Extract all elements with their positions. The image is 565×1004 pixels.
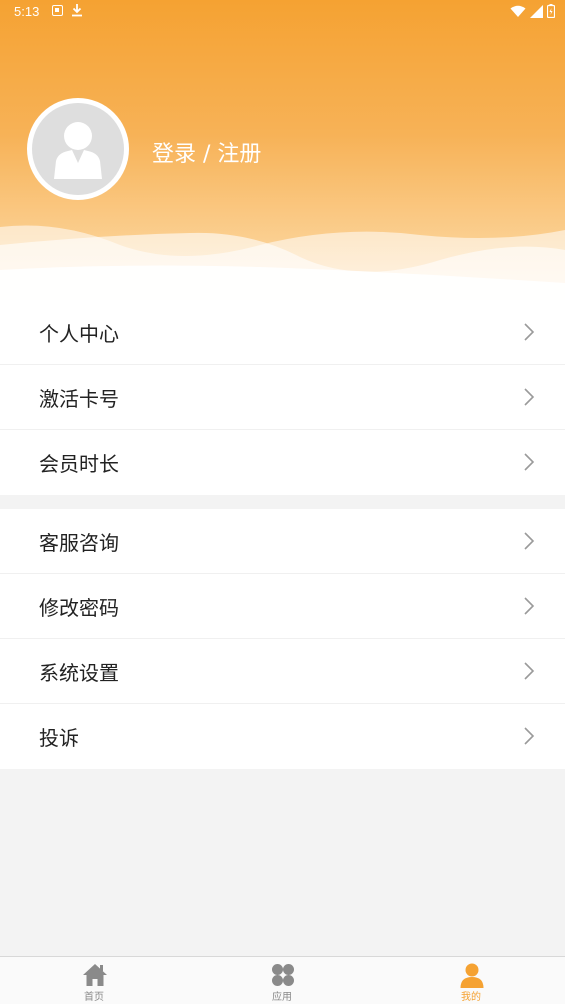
menu-item-change-password[interactable]: 修改密码: [0, 574, 565, 639]
tab-label: 首页: [84, 992, 104, 1003]
login-register-link[interactable]: 登录 / 注册: [152, 136, 261, 168]
status-bar: 5:13: [0, 0, 565, 24]
chevron-right-icon: [524, 727, 535, 745]
notification-icon: [52, 5, 63, 16]
profile-header: 5:13 登录 / 注册: [0, 0, 565, 300]
menu-item-label: 客服咨询: [39, 530, 119, 555]
status-time: 5:13: [14, 4, 40, 19]
menu-item-label: 个人中心: [39, 321, 119, 346]
menu-item-complaint[interactable]: 投诉: [0, 704, 565, 769]
chevron-right-icon: [524, 453, 535, 471]
tab-label: 我的: [461, 992, 481, 1003]
person-icon: [460, 963, 484, 988]
chevron-right-icon: [524, 597, 535, 615]
menu-group-settings: 客服咨询 修改密码 系统设置 投诉: [0, 509, 565, 769]
wifi-icon: [510, 5, 526, 17]
bottom-tab-bar: 首页 应用 我的: [0, 956, 565, 1004]
tab-mine[interactable]: 我的: [411, 957, 531, 1004]
tab-apps[interactable]: 应用: [222, 957, 342, 1004]
signal-icon: [530, 4, 543, 18]
battery-icon: [547, 4, 555, 18]
tab-home[interactable]: 首页: [34, 957, 154, 1004]
menu-item-label: 会员时长: [39, 452, 119, 476]
menu-item-label: 投诉: [39, 726, 79, 750]
download-icon: [72, 4, 82, 17]
menu-item-customer-service[interactable]: 客服咨询: [0, 509, 565, 574]
menu-item-activate-card[interactable]: 激活卡号: [0, 365, 565, 430]
apps-icon: [272, 964, 294, 986]
menu-item-membership-duration[interactable]: 会员时长: [0, 430, 565, 495]
avatar[interactable]: [27, 98, 129, 200]
chevron-right-icon: [524, 323, 535, 341]
menu-item-system-settings[interactable]: 系统设置: [0, 639, 565, 704]
menu-item-label: 激活卡号: [39, 386, 119, 411]
chevron-right-icon: [524, 662, 535, 680]
chevron-right-icon: [524, 388, 535, 406]
default-user-icon: [32, 103, 124, 195]
menu-group-account: 个人中心 激活卡号 会员时长: [0, 300, 565, 495]
chevron-right-icon: [524, 532, 535, 550]
menu-item-label: 系统设置: [39, 660, 119, 685]
menu-item-label: 修改密码: [39, 595, 119, 620]
menu-item-personal-center[interactable]: 个人中心: [0, 300, 565, 365]
home-icon: [83, 964, 107, 986]
header-wave-decoration: [0, 225, 565, 300]
tab-label: 应用: [272, 992, 292, 1003]
